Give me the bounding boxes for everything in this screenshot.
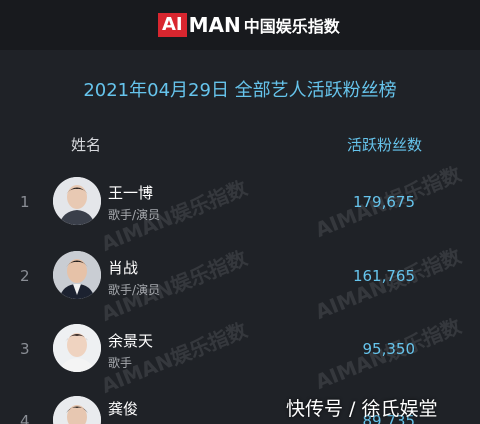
fan-count: 95,350	[362, 340, 416, 358]
artist-role: 歌手/演员	[108, 208, 161, 222]
rank-number: 4	[20, 412, 30, 424]
rank-number: 1	[20, 193, 30, 211]
artist-role: 歌手	[108, 356, 133, 370]
artist-name: 肖战	[108, 259, 139, 277]
rank-number: 2	[20, 267, 30, 285]
top-bar: AI MAN 中国娱乐指数	[0, 0, 480, 50]
source-credit: 快传号 / 徐氏娱堂	[286, 398, 438, 420]
brand-man: MAN	[188, 13, 241, 37]
avatar	[53, 251, 101, 299]
ranking-row[interactable]: 3 余景天 歌手 95,350	[0, 315, 480, 385]
avatar	[53, 396, 101, 424]
brand-logo: AI MAN 中国娱乐指数	[158, 12, 340, 38]
ranking-row[interactable]: 2 肖战 歌手/演员 161,765	[0, 243, 480, 313]
ranking-row[interactable]: 1 王一博 歌手/演员 179,675	[0, 172, 480, 242]
artist-name: 龚俊	[108, 400, 139, 418]
fan-count: 161,765	[352, 267, 415, 285]
artist-name: 王一博	[108, 184, 154, 202]
column-header-name: 姓名	[71, 136, 102, 154]
avatar	[53, 324, 101, 372]
fan-count: 179,675	[352, 193, 415, 211]
rank-number: 3	[20, 340, 30, 358]
artist-role: 歌手/演员	[108, 283, 161, 297]
brand-cn: 中国娱乐指数	[243, 17, 340, 36]
page-title: 2021年04月29日 全部艺人活跃粉丝榜	[83, 80, 397, 101]
artist-name: 余景天	[108, 332, 154, 350]
brand-ai: AI	[158, 13, 187, 37]
avatar	[53, 177, 101, 225]
column-header-fans: 活跃粉丝数	[346, 136, 422, 154]
